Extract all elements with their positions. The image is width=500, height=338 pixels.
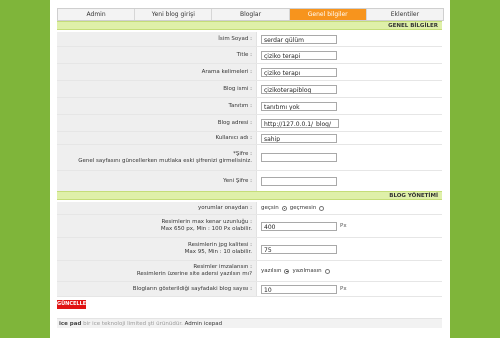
section-blog-header: BLOG YÖNETİMİ: [57, 191, 442, 200]
title-label: Title :: [57, 47, 257, 63]
watermark-opt2-label: yazılmasın: [292, 268, 322, 274]
watermark-yes-radio[interactable]: [284, 268, 290, 274]
max-size-input[interactable]: 400: [261, 221, 337, 231]
new-password-input[interactable]: [261, 176, 337, 186]
comments-opt1-label: geçsin: [261, 205, 279, 211]
tab-general-info[interactable]: Genel bilgiler: [289, 9, 367, 20]
username-input[interactable]: sahip: [261, 133, 337, 143]
name-input[interactable]: serdar gülüm: [261, 34, 337, 44]
footer-brand[interactable]: ice pad: [59, 321, 81, 327]
row-password: *Şifre : Genel sayfasını güncellerken mu…: [57, 145, 442, 171]
row-new-password: Yeni Şifre :: [57, 171, 442, 192]
password-label-hint: Genel sayfasını güncellerken mutlaka esk…: [78, 157, 252, 164]
row-address: Blog adresi : http://127.0.0.1/_blog/: [57, 115, 442, 132]
blogname-input[interactable]: çizikoterapiblog: [261, 84, 337, 94]
tab-plugins[interactable]: Eklentiler: [367, 9, 443, 20]
row-name: İsim Soyad : serdar gülüm: [57, 32, 442, 47]
max-size-label-title: Resimlerin max kenar uzunluğu :: [161, 219, 252, 225]
row-watermark: Resimler imzalansın : Resimlerin üzerine…: [57, 261, 442, 282]
update-button[interactable]: GÜNCELLE: [57, 300, 86, 309]
jpg-quality-label-hint: Max 95, Min : 10 olabilir.: [184, 249, 252, 255]
comments-skip-radio[interactable]: [319, 205, 325, 211]
keywords-input[interactable]: çiziko terapı: [261, 67, 337, 77]
title-input[interactable]: çiziko terapi: [261, 50, 337, 60]
tab-new-blog-entry[interactable]: Yeni blog girişi: [135, 9, 213, 20]
comments-opt2-label: geçmesin: [289, 205, 317, 211]
comments-approve-radio[interactable]: [281, 205, 287, 211]
keywords-label: Arama kelimeleri :: [57, 64, 257, 80]
row-max-size: Resimlerin max kenar uzunluğu : Max 650 …: [57, 215, 442, 238]
tab-bar: Admin Yeni blog girişi Bloglar Genel bil…: [57, 8, 444, 21]
username-label: Kullanıcı adı :: [57, 132, 257, 144]
footer: ice pad bir ice teknoloji limited şti ür…: [57, 318, 442, 328]
footer-admin[interactable]: Admin icepad: [185, 321, 223, 327]
max-size-unit: Px: [340, 223, 347, 229]
description-input[interactable]: tanıtımı yok: [261, 101, 337, 111]
footer-text: bir ice teknoloji limited şti ürünüdür.: [81, 321, 185, 327]
section-general-header: GENEL BİLGİLER: [57, 21, 442, 30]
row-per-page: Blogların gösterildiği sayfadaki blog sa…: [57, 282, 442, 297]
max-size-label-hint: Max 650 px, Min : 100 Px olabilir.: [160, 226, 252, 232]
new-password-label: Yeni Şifre :: [57, 171, 257, 191]
row-username: Kullanıcı adı : sahip: [57, 132, 442, 145]
jpg-quality-input[interactable]: 75: [261, 244, 337, 254]
description-label: Tanıtım :: [57, 98, 257, 114]
row-description: Tanıtım : tanıtımı yok: [57, 98, 442, 115]
watermark-label-hint: Resimlerin üzerine site adersi yazılsın …: [136, 271, 252, 277]
watermark-no-radio[interactable]: [324, 268, 330, 274]
max-size-label: Resimlerin max kenar uzunluğu : Max 650 …: [57, 215, 257, 237]
jpg-quality-label: Resimlerin jpg kalitesi : Max 95, Min : …: [57, 238, 257, 260]
per-page-input[interactable]: 10: [261, 284, 337, 294]
row-blogname: Blog ismi : çizikoterapiblog: [57, 81, 442, 98]
row-keywords: Arama kelimeleri : çiziko terapı: [57, 64, 442, 81]
main-panel: Admin Yeni blog girişi Bloglar Genel bil…: [50, 0, 450, 338]
password-label-title: *Şifre :: [233, 150, 252, 157]
tab-blogs[interactable]: Bloglar: [212, 9, 290, 20]
password-label: *Şifre : Genel sayfasını güncellerken mu…: [57, 145, 257, 170]
name-label: İsim Soyad :: [57, 32, 257, 46]
row-title: Title : çiziko terapi: [57, 47, 442, 64]
address-label: Blog adresi :: [57, 115, 257, 131]
row-comments: yorumlar onaydan : geçsin geçmesin: [57, 202, 442, 215]
tab-admin[interactable]: Admin: [58, 9, 136, 20]
comments-label: yorumlar onaydan :: [57, 202, 257, 214]
row-jpg-quality: Resimlerin jpg kalitesi : Max 95, Min : …: [57, 238, 442, 261]
watermark-label-title: Resimler imzalansın :: [193, 264, 252, 270]
jpg-quality-label-title: Resimlerin jpg kalitesi :: [188, 242, 252, 248]
per-page-label: Blogların gösterildiği sayfadaki blog sa…: [57, 282, 257, 296]
blogname-label: Blog ismi :: [57, 81, 257, 97]
watermark-label: Resimler imzalansın : Resimlerin üzerine…: [57, 261, 257, 281]
password-input[interactable]: [261, 153, 337, 162]
per-page-unit: Px: [340, 286, 347, 292]
watermark-opt1-label: yazılsın: [261, 268, 282, 274]
address-input[interactable]: http://127.0.0.1/_blog/: [261, 118, 339, 128]
